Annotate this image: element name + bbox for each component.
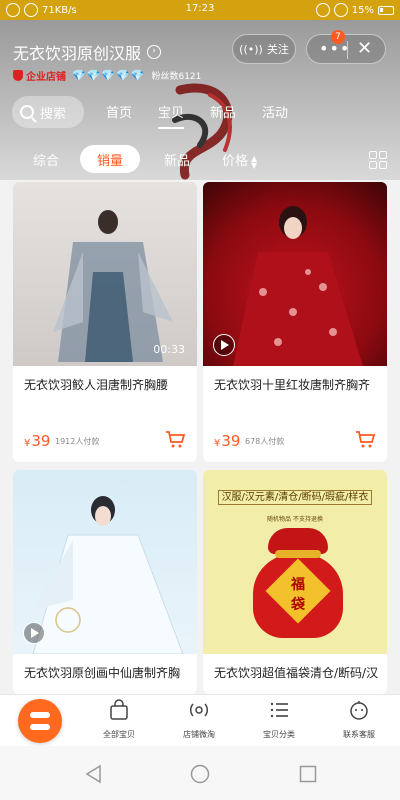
shop-name-text: 无衣饮羽原创汉服 (13, 44, 142, 63)
shop-nav-tabs: 首页 宝贝 新品 活动 (106, 102, 288, 129)
product-image: 汉服/汉元素/清仓/断码/瑕疵/样衣 随机物品 不支持退换 福 袋 (203, 470, 387, 654)
close-icon[interactable]: ✕ (357, 38, 372, 59)
product-title: 无衣饮羽十里红妆唐制齐胸齐 (214, 378, 371, 392)
tab-categories-label: 宝贝分类 (263, 730, 295, 739)
tab-all-items[interactable]: 全部宝贝 (84, 699, 154, 740)
currency-symbol: ¥ (214, 438, 221, 449)
search-icon (20, 105, 34, 119)
sort-price-label: 价格 (222, 154, 249, 169)
shopping-bag-icon (110, 699, 128, 720)
shield-icon (13, 70, 23, 81)
cart-icon[interactable] (165, 430, 185, 448)
shop-name[interactable]: 无衣饮羽原创汉服 › (13, 40, 162, 64)
follow-button[interactable]: ((•)) 关注 (232, 34, 296, 64)
product-price-value: 39 (221, 432, 241, 450)
follow-label: 关注 (266, 43, 289, 56)
product-title: 无衣饮羽超值福袋清仓/断码/汉 (214, 666, 379, 680)
mini-program-capsule: ••• ✕ (306, 34, 386, 64)
tab-categories[interactable]: 宝贝分类 (244, 699, 314, 740)
cart-icon[interactable] (355, 430, 375, 448)
tab-live[interactable]: 店铺微淘 (164, 699, 234, 740)
product-photo-figure (53, 210, 173, 362)
product-card[interactable]: 无衣饮羽十里红妆唐制齐胸齐 ¥39 678人付款 (203, 182, 387, 462)
sort-price[interactable]: 价格 ▲ ▼ (222, 150, 257, 169)
product-card[interactable]: 无衣饮羽原创画中仙唐制齐胸 (13, 470, 197, 694)
tab-live-label: 店铺微淘 (183, 730, 215, 739)
product-image (203, 182, 387, 366)
customer-service-icon (350, 701, 368, 720)
shop-home-button[interactable] (18, 699, 62, 743)
lucky-bag-graphic: 福 袋 (253, 528, 343, 640)
bag-char-2: 袋 (291, 597, 305, 613)
list-icon (270, 702, 288, 718)
tab-all-items-label: 全部宝贝 (103, 730, 135, 739)
product-image: 00:33 (13, 182, 197, 366)
bottom-tab-bar: 全部宝贝 店铺微淘 宝贝分类 联系客服 (0, 694, 400, 746)
fab-bar-2 (30, 724, 50, 730)
bag-tags: 汉服/汉元素/清仓/断码/瑕疵/样衣 (203, 488, 387, 505)
system-nav-bar (0, 746, 400, 800)
search-button[interactable]: 搜索 (12, 96, 84, 128)
product-card[interactable]: 00:33 无衣饮羽鲛人泪唐制齐胸腰 ¥39 1912人付款 (13, 182, 197, 462)
status-bar: 71KB/s 17:23 15% (0, 0, 400, 20)
app-notification-icon-4 (333, 3, 348, 17)
video-duration: 00:33 (153, 343, 185, 356)
currency-symbol: ¥ (24, 438, 31, 449)
product-card[interactable]: 汉服/汉元素/清仓/断码/瑕疵/样衣 随机物品 不支持退换 福 袋 无衣饮羽超值… (203, 470, 387, 694)
grid-view-icon[interactable] (369, 151, 387, 169)
diamond-rating: 💎💎💎💎💎 (72, 69, 146, 82)
fab-bar-1 (30, 712, 50, 718)
product-title: 无衣饮羽原创画中仙唐制齐胸 (24, 666, 181, 680)
bag-char-1: 福 (291, 577, 305, 593)
shop-badges: 企业店铺 💎💎💎💎💎 粉丝数6121 (13, 68, 201, 83)
tab-new[interactable]: 新品 (210, 102, 236, 121)
play-icon[interactable] (213, 334, 235, 356)
paid-count: 1912人付款 (55, 437, 100, 446)
sort-new[interactable]: 新品 (164, 150, 190, 169)
product-title: 无衣饮羽鲛人泪唐制齐胸腰 (24, 378, 169, 392)
home-icon[interactable] (190, 764, 210, 784)
product-image (13, 470, 197, 655)
battery-icon (378, 5, 394, 15)
product-price-value: 39 (31, 432, 51, 450)
sort-updown-icon: ▲ ▼ (251, 153, 258, 170)
sort-sales[interactable]: 销量 (80, 145, 140, 173)
product-price: ¥39 (24, 432, 50, 450)
notification-badge: 7 (331, 30, 345, 44)
tab-activity[interactable]: 活动 (262, 102, 288, 121)
tab-service[interactable]: 联系客服 (324, 699, 394, 740)
back-icon[interactable] (84, 764, 104, 784)
app-notification-icon-3 (315, 3, 330, 17)
paid-count: 678人付款 (245, 437, 285, 446)
broadcast-icon (189, 703, 209, 717)
recents-icon[interactable] (298, 764, 318, 784)
enterprise-badge: 企业店铺 (13, 68, 66, 83)
tab-service-label: 联系客服 (343, 730, 375, 739)
tab-items[interactable]: 宝贝 (158, 102, 185, 129)
capsule-divider (347, 41, 348, 59)
sort-comprehensive[interactable]: 综合 (33, 150, 59, 169)
product-price: ¥39 (214, 432, 240, 450)
chevron-right-icon: › (147, 45, 162, 59)
enterprise-label: 企业店铺 (26, 72, 66, 83)
broadcast-icon: ((•)) (239, 42, 263, 56)
bag-note: 随机物品 不支持退换 (267, 516, 323, 523)
sort-bar: 综合 销量 新品 价格 ▲ ▼ (0, 145, 400, 175)
search-label: 搜索 (40, 106, 67, 122)
battery-percent: 15% (351, 4, 374, 16)
tab-home[interactable]: 首页 (106, 102, 132, 121)
shop-header: 无衣饮羽原创汉服 › 企业店铺 💎💎💎💎💎 粉丝数6121 ((•)) 关注 •… (0, 20, 400, 180)
play-icon[interactable] (23, 622, 45, 644)
fans-count: 粉丝数6121 (151, 72, 202, 82)
